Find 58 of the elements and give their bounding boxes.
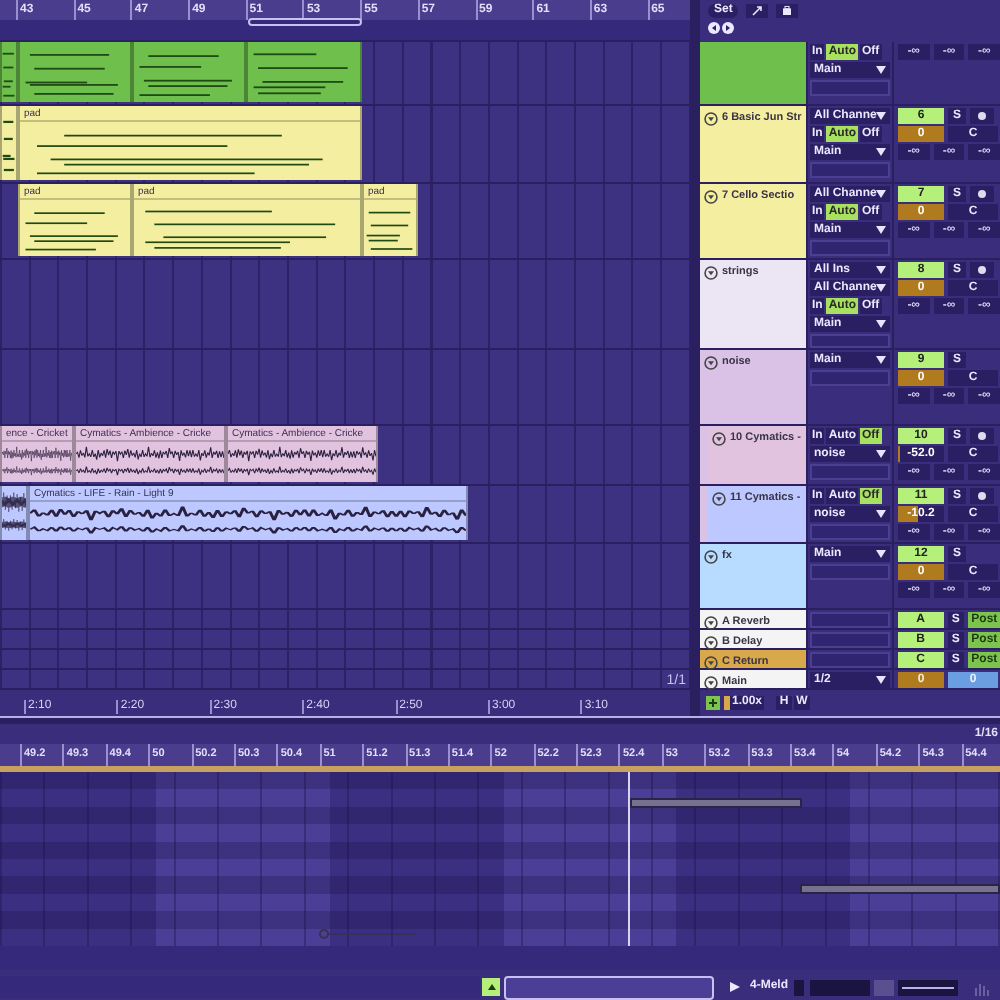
caret-icon: [876, 66, 886, 74]
fold-icon[interactable]: [704, 655, 718, 669]
briefcase-icon[interactable]: [776, 4, 799, 18]
fold-icon[interactable]: [704, 635, 718, 649]
empty-field[interactable]: [810, 564, 890, 580]
arm-button[interactable]: [970, 262, 994, 278]
empty-field[interactable]: [810, 652, 890, 668]
caret-icon: [876, 148, 886, 156]
empty-field[interactable]: [810, 162, 890, 178]
midi-note[interactable]: [800, 884, 1000, 894]
bars-icon: [974, 979, 991, 995]
caret-icon: [876, 450, 886, 458]
play-icon[interactable]: [730, 982, 740, 992]
empty-field[interactable]: [810, 632, 890, 648]
empty-field[interactable]: [810, 334, 890, 348]
panel-splitter[interactable]: [0, 716, 1000, 724]
arm-button[interactable]: [970, 108, 994, 124]
empty-field[interactable]: [810, 612, 890, 628]
caret-icon: [876, 676, 886, 684]
expand-icon[interactable]: [746, 4, 769, 18]
empty-field[interactable]: [810, 370, 890, 386]
left-arrow-icon[interactable]: [708, 22, 720, 34]
audio-clip[interactable]: [0, 486, 28, 540]
caret-icon: [876, 320, 886, 328]
arm-button[interactable]: [970, 186, 994, 202]
fold-icon[interactable]: [712, 431, 726, 445]
caret-icon: [876, 510, 886, 518]
fold-icon[interactable]: [704, 111, 718, 125]
empty-field[interactable]: [810, 524, 890, 540]
caret-icon: [876, 356, 886, 364]
up-triangle-icon: [487, 984, 495, 990]
fold-icon[interactable]: [704, 265, 718, 279]
midi-note[interactable]: [630, 798, 802, 808]
clip-field[interactable]: [504, 975, 714, 999]
caret-icon: [876, 550, 886, 558]
midi-clip[interactable]: [246, 42, 362, 102]
fold-icon[interactable]: [712, 491, 726, 505]
fold-icon[interactable]: [704, 355, 718, 369]
arm-button[interactable]: [970, 488, 994, 504]
midi-clip[interactable]: [18, 42, 132, 102]
caret-icon: [876, 226, 886, 234]
caret-icon: [876, 190, 887, 198]
right-arrow-icon[interactable]: [722, 22, 734, 34]
fold-icon[interactable]: [704, 189, 718, 203]
empty-field[interactable]: [810, 240, 890, 256]
midi-clip[interactable]: [132, 42, 246, 102]
loop-brace[interactable]: [248, 18, 362, 26]
fold-icon[interactable]: [704, 615, 718, 629]
mixer-toggle-icon[interactable]: [706, 696, 720, 710]
midi-clip[interactable]: [0, 42, 18, 102]
midi-clip[interactable]: [0, 106, 18, 180]
expand-button[interactable]: [482, 978, 500, 996]
fold-icon[interactable]: [704, 675, 718, 689]
fold-icon[interactable]: [704, 549, 718, 563]
empty-field[interactable]: [810, 80, 890, 96]
empty-field[interactable]: [810, 464, 890, 480]
arm-button[interactable]: [970, 428, 994, 444]
caret-icon: [876, 112, 887, 120]
